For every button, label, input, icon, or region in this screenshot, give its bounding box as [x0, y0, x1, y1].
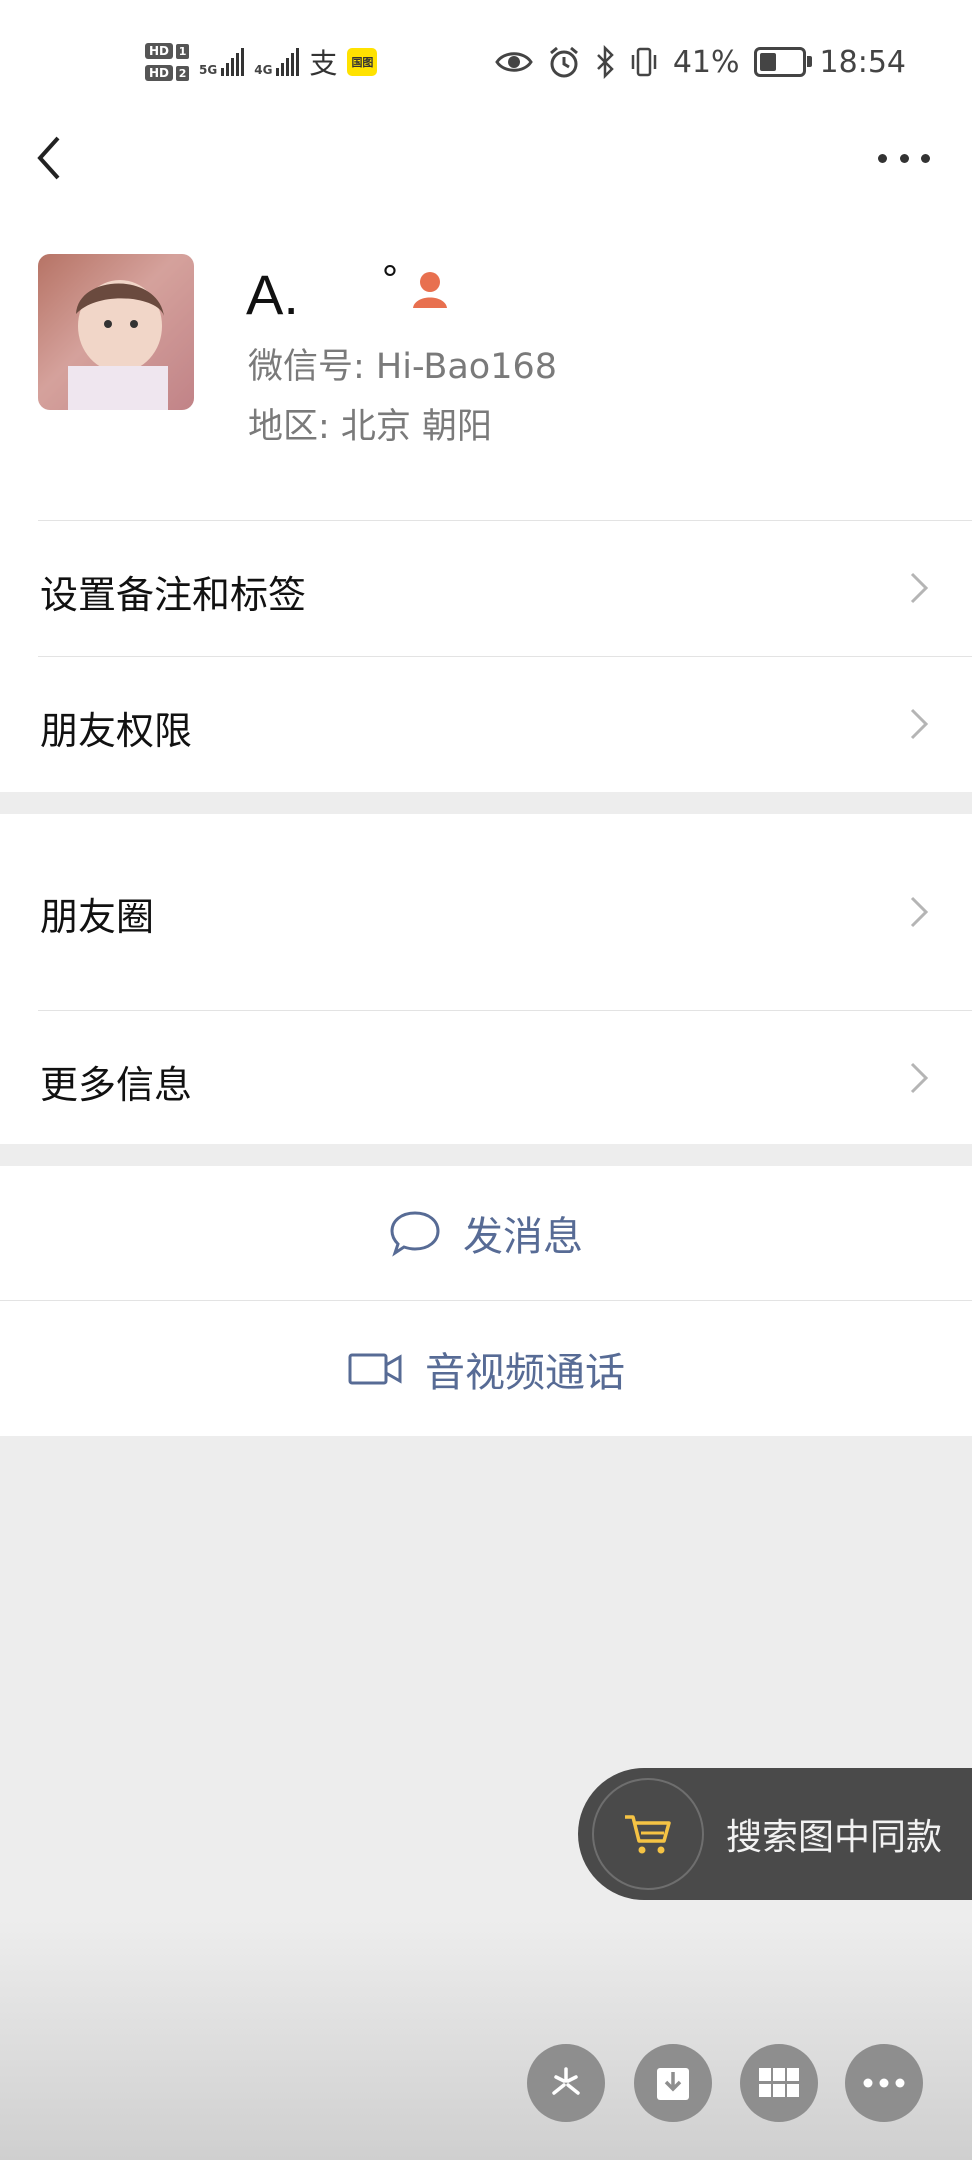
send-message-label: 发消息 [463, 1214, 583, 1260]
female-icon [413, 272, 447, 308]
chevron-right-icon [910, 708, 929, 740]
download-icon [657, 2068, 689, 2100]
sim-number: 1 [176, 43, 190, 59]
row-remark-tags[interactable]: 设置备注和标签 [0, 520, 972, 656]
row-moments[interactable]: 朋友圈 [0, 814, 972, 1010]
vibrate-icon [631, 47, 657, 77]
avatar[interactable] [38, 254, 194, 410]
chat-bubble-icon [390, 1211, 440, 1257]
row-label: 朋友圈 [40, 895, 155, 939]
row-more-info[interactable]: 更多信息 [0, 1010, 972, 1144]
signal-4g-icon: 4G [254, 48, 300, 76]
chevron-right-icon [910, 896, 929, 928]
bottom-overlay [0, 1920, 972, 2160]
nickname: A. [246, 263, 299, 326]
search-similar-label: 搜索图中同款 [726, 1817, 943, 1858]
promo-badge-icon: 国图 [347, 48, 378, 76]
sparkle-icon [552, 2067, 580, 2095]
video-camera-icon [348, 1353, 402, 1384]
send-message-button[interactable]: 发消息 [0, 1166, 972, 1300]
info-group: 朋友圈 更多信息 [0, 814, 972, 1144]
download-button[interactable] [634, 2044, 712, 2122]
grid-icon [759, 2068, 799, 2097]
settings-group: 设置备注和标签 朋友权限 [0, 520, 972, 792]
row-friend-permissions[interactable]: 朋友权限 [0, 656, 972, 792]
row-label: 设置备注和标签 [40, 573, 307, 617]
signal-5g-icon: 5G [199, 48, 245, 76]
region: 地区: 北京 朝阳 [248, 407, 493, 447]
wechat-id: 微信号: Hi-Bao168 [248, 347, 558, 387]
sim-number: 2 [176, 65, 190, 81]
eye-icon [495, 52, 533, 72]
chevron-right-icon [910, 572, 929, 604]
sparkle-button[interactable] [527, 2044, 605, 2122]
chevron-right-icon [910, 1062, 929, 1094]
clock-time: 18:54 [819, 44, 906, 80]
nickname-suffix: ° [382, 258, 398, 302]
alarm-icon [549, 46, 578, 78]
chevron-left-icon[interactable] [30, 130, 70, 186]
more-button[interactable] [845, 2044, 923, 2122]
status-left: HD 1 HD 2 5G 4G 支 国图 [145, 34, 378, 90]
status-right: 41% 18:54 [495, 40, 906, 84]
bluetooth-icon [596, 45, 614, 79]
alipay-icon: 支 [309, 47, 338, 80]
hd-badge: HD [145, 65, 174, 81]
row-label: 更多信息 [40, 1063, 193, 1107]
search-similar-button[interactable]: 搜索图中同款 [578, 1768, 972, 1900]
more-dots-icon[interactable] [878, 138, 930, 178]
battery-icon [753, 47, 812, 77]
video-call-button[interactable]: 音视频通话 [0, 1301, 972, 1436]
avatar-image [38, 254, 194, 410]
status-bar: HD 1 HD 2 5G 4G 支 国图 41% 18:54 [0, 0, 972, 120]
hd-badge: HD [145, 43, 174, 59]
cart-icon [592, 1778, 704, 1890]
battery-percent: 41% [672, 44, 740, 80]
row-label: 朋友权限 [40, 709, 193, 753]
more-icon [863, 2078, 905, 2088]
grid-button[interactable] [740, 2044, 818, 2122]
video-call-label: 音视频通话 [425, 1349, 625, 1396]
